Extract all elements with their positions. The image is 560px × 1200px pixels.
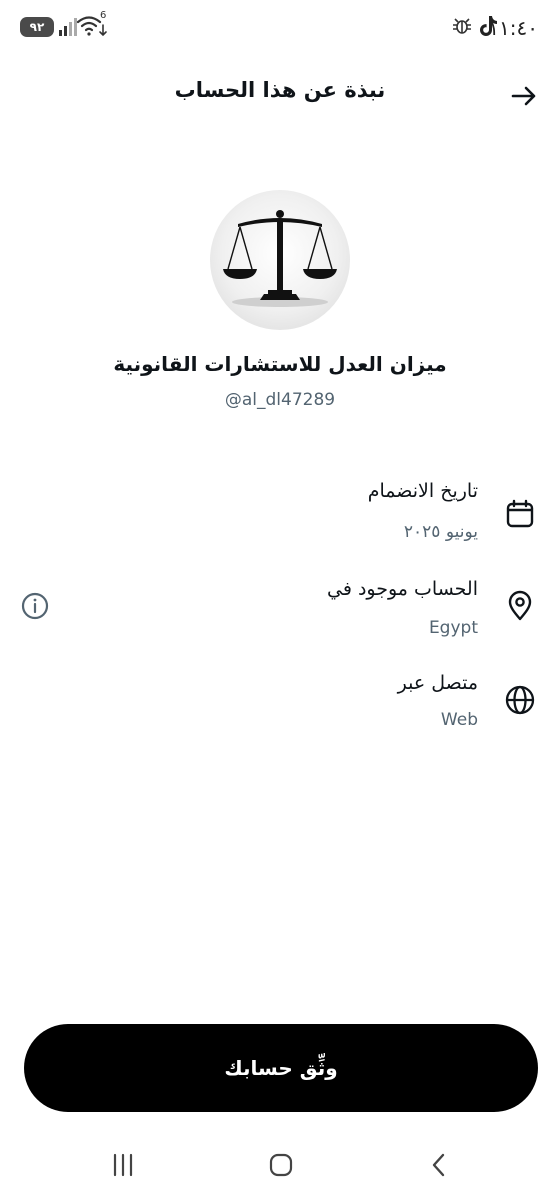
info-row-joined: تاريخ الانضمام يونيو ٢٠٢٥ <box>0 478 560 558</box>
info-row-location: الحساب موجود في Egypt <box>0 576 560 656</box>
tiktok-icon <box>478 14 498 38</box>
calendar-icon <box>504 498 536 530</box>
info-value: Egypt <box>428 618 478 638</box>
info-label: متصل عبر <box>397 672 478 694</box>
handle: @al_dl47289 <box>224 390 336 410</box>
avatar[interactable] <box>210 190 350 330</box>
verify-account-button[interactable]: وثِّق حسابك <box>24 1024 538 1112</box>
bug-icon <box>450 14 474 38</box>
back-button[interactable] <box>508 80 540 112</box>
page-title: نبذة عن هذا الحساب <box>174 78 386 102</box>
wifi-badge: 6 <box>100 10 107 21</box>
globe-icon <box>504 684 536 716</box>
info-label: الحساب موجود في <box>327 578 478 600</box>
signal-icon <box>58 14 78 38</box>
info-row-connected-via: متصل عبر Web <box>0 670 560 750</box>
status-bar: ١١:٤٠ ٩٢ 6 <box>0 0 560 56</box>
info-value: Web <box>440 710 478 730</box>
system-nav-bar <box>0 1136 560 1200</box>
home-icon[interactable] <box>266 1150 296 1180</box>
display-name: ميزان العدل للاستشارات القانونية <box>113 352 447 376</box>
info-icon[interactable] <box>20 591 50 621</box>
wifi-icon: 6 <box>76 10 108 39</box>
location-pin-icon <box>504 590 536 622</box>
info-label: تاريخ الانضمام <box>367 480 478 502</box>
info-value: يونيو ٢٠٢٥ <box>403 522 478 542</box>
recents-icon[interactable] <box>108 1150 138 1180</box>
arrow-right-icon <box>511 86 536 106</box>
back-chevron-icon[interactable] <box>424 1150 454 1180</box>
scales-of-justice-image <box>223 210 337 307</box>
battery-icon: ٩٢ <box>20 17 54 37</box>
about-account-screen: ١١:٤٠ ٩٢ 6 نبذة عن هذا الحساب ميزان العد… <box>0 0 560 1200</box>
